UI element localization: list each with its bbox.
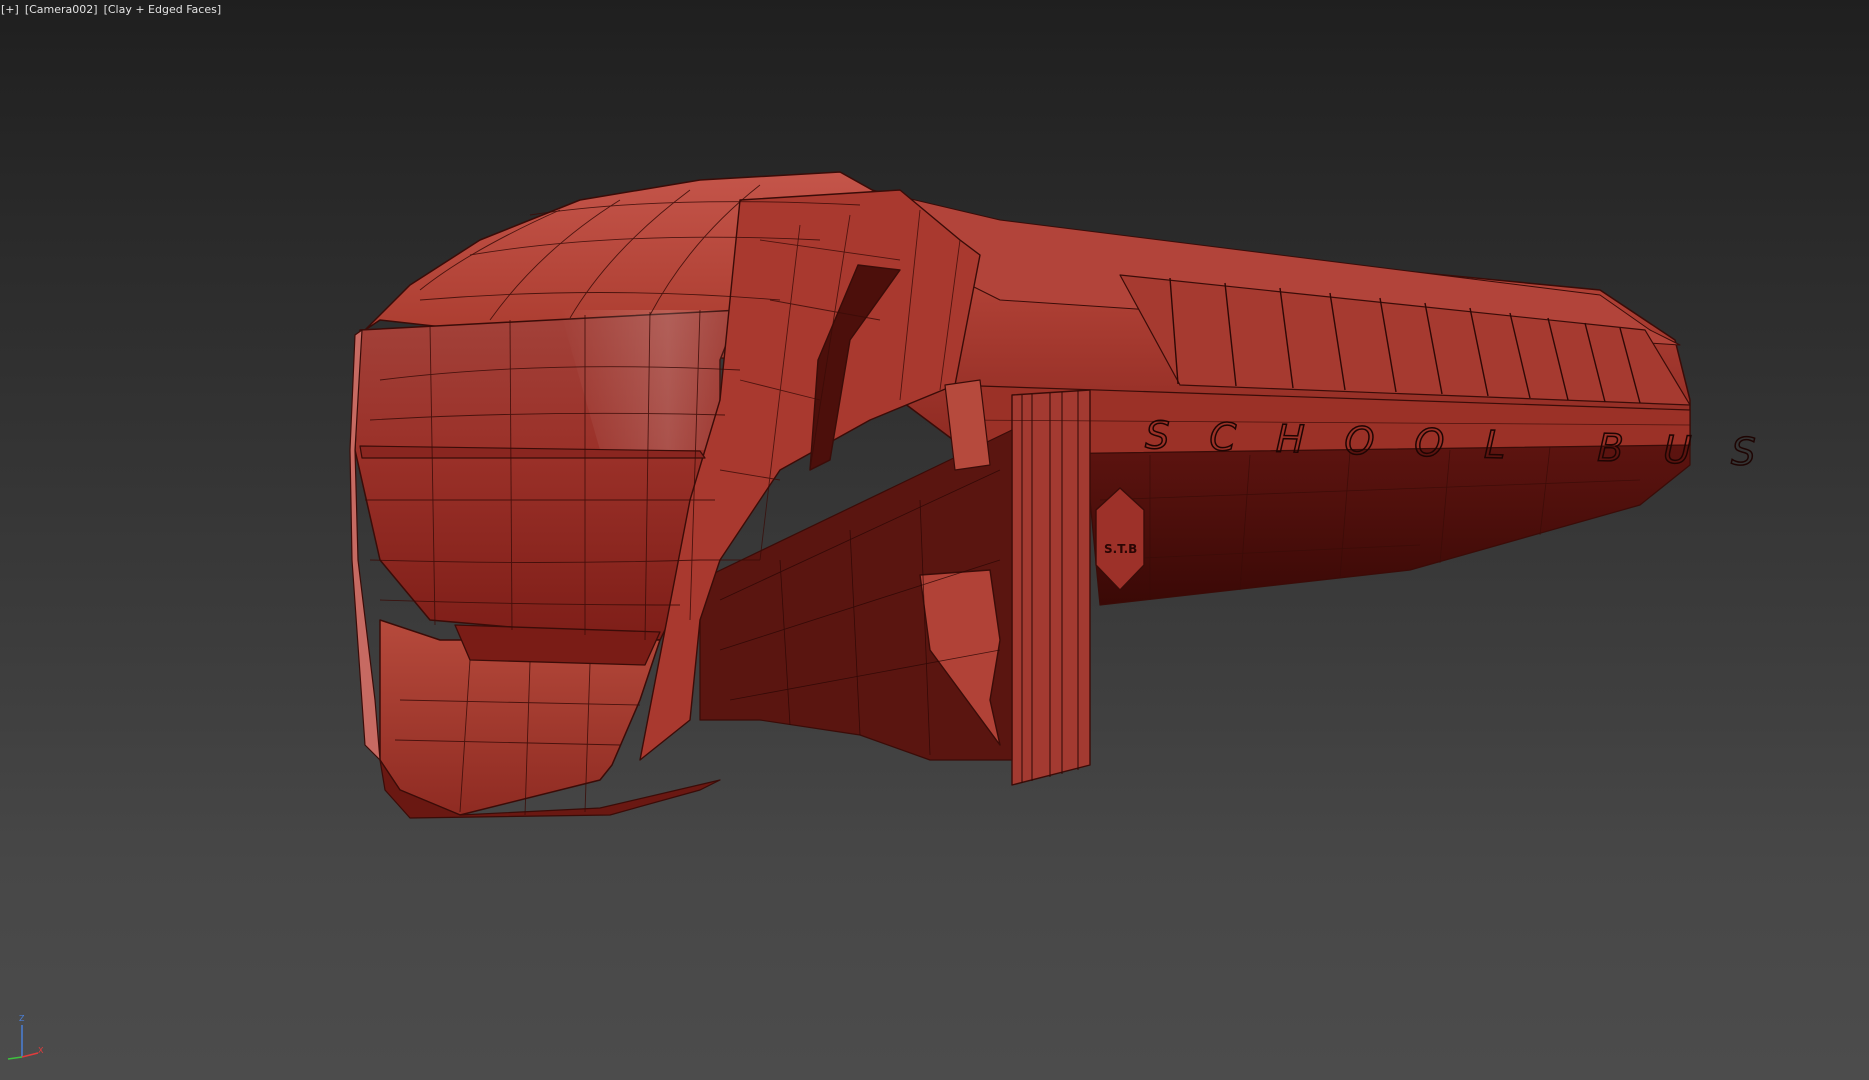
bus-body-mesh: [349, 171, 1691, 819]
axis-y-line: [7, 1056, 23, 1060]
axis-z-label: Z: [19, 1014, 25, 1023]
viewport-label-bar: [+] [Camera002] [Clay + Edged Faces]: [0, 0, 222, 18]
viewport-shading-label[interactable]: [Clay + Edged Faces]: [103, 3, 223, 16]
model-render: SCHOOL BUS S.T.B: [349, 171, 1797, 819]
axis-gizmo[interactable]: Z X: [0, 1015, 50, 1065]
axis-x-label: X: [38, 1046, 44, 1055]
viewport-camera-label[interactable]: [Camera002]: [24, 3, 99, 16]
3d-viewport[interactable]: [+] [Camera002] [Clay + Edged Faces] SCH…: [0, 0, 1869, 1080]
axis-x-line: [21, 1052, 39, 1058]
viewport-menu-plus[interactable]: [+]: [0, 3, 20, 16]
chin-recess: [454, 624, 661, 666]
plate-label: S.T.B: [1104, 542, 1137, 556]
